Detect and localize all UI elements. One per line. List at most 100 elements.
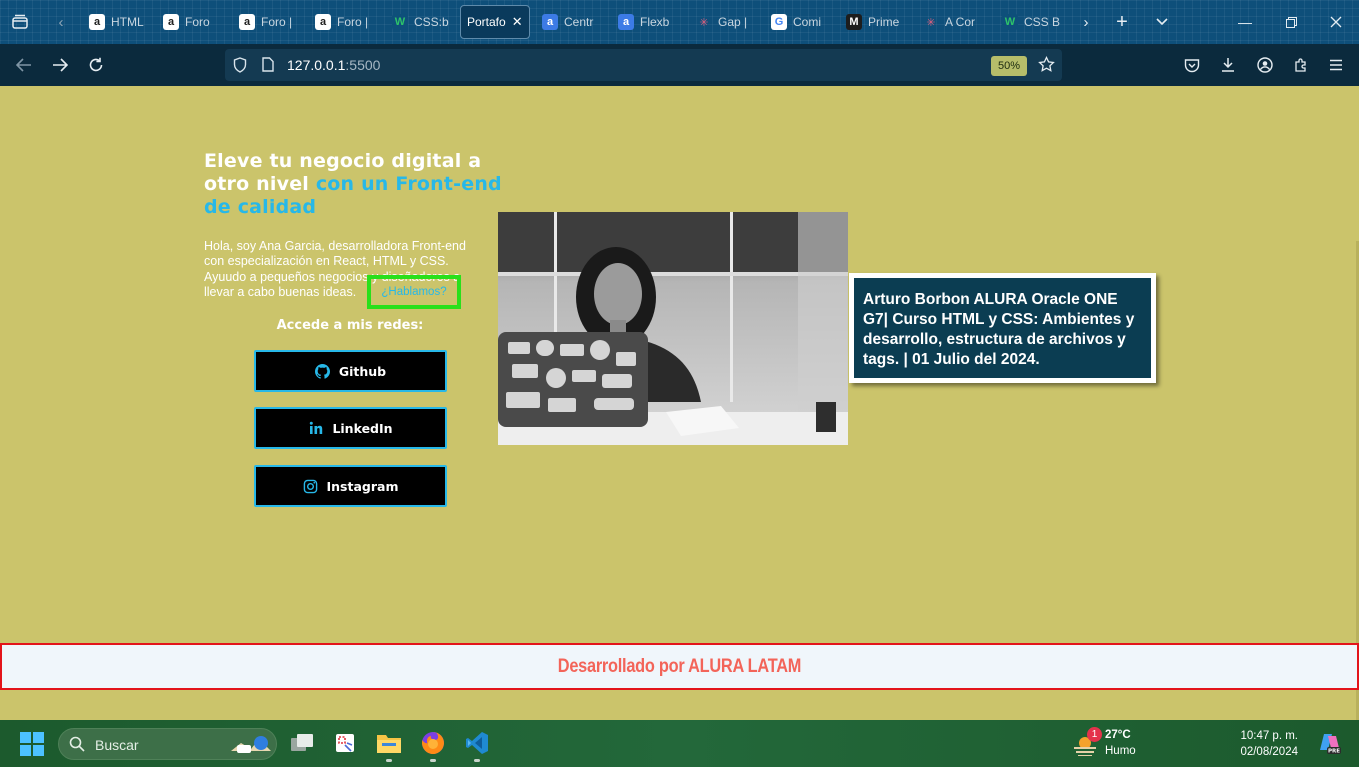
tab-label: CSS B [1024, 15, 1061, 29]
tab-favicon-icon: a [163, 14, 179, 30]
weather-widget[interactable]: 1 27°C Humo [1072, 727, 1162, 760]
tab-label: Foro | [337, 15, 369, 29]
browser-tab[interactable]: a Foro | [309, 5, 381, 39]
svg-text:PRE: PRE [1328, 749, 1340, 755]
browser-tab[interactable]: a HTML [83, 5, 151, 39]
close-tab-icon[interactable]: ✕ [512, 14, 523, 30]
github-icon [315, 363, 331, 379]
minimize-icon[interactable]: — [1222, 0, 1268, 44]
tab-favicon-icon: a [618, 14, 634, 30]
url-text: 127.0.0.1:5500 [287, 57, 381, 73]
browser-tab[interactable]: M Prime [840, 5, 912, 39]
instagram-button[interactable]: Instagram [254, 465, 447, 507]
copilot-icon[interactable]: PRE [1316, 729, 1344, 757]
vscode-icon[interactable] [463, 729, 491, 762]
hero-title: Eleve tu negocio digital a otro nivel co… [204, 150, 504, 219]
tab-label: Centr [564, 15, 594, 29]
search-icon [69, 736, 85, 757]
firefox-icon[interactable] [419, 729, 447, 762]
caption-card: Arturo Borbon ALURA Oracle ONE G7| Curso… [849, 273, 1156, 383]
browser-tab[interactable]: a Foro [157, 5, 227, 39]
networks-title: Accede a mis redes: [276, 318, 424, 333]
tab-favicon-icon: G [771, 14, 787, 30]
page-info-icon[interactable] [262, 57, 274, 77]
weather-condition: Humo [1105, 745, 1136, 757]
tab-favicon-icon: a [89, 14, 105, 30]
tab-label: Foro | [261, 15, 293, 29]
file-explorer-icon[interactable] [375, 729, 403, 762]
start-icon[interactable] [20, 732, 44, 756]
pocket-icon[interactable] [1176, 44, 1208, 86]
tab-label: HTML [111, 15, 144, 29]
linkedin-button[interactable]: LinkedIn [254, 407, 447, 449]
taskbar-search[interactable]: Buscar [58, 728, 277, 760]
tab-favicon-icon: a [239, 14, 255, 30]
restore-icon[interactable] [1268, 0, 1314, 44]
browser-tab[interactable]: Portafo ✕ [460, 5, 530, 39]
tab-favicon-icon: ✳ [699, 16, 709, 29]
browser-tab[interactable]: ✳ Gap | [690, 5, 760, 39]
running-indicator [474, 759, 480, 762]
extensions-icon[interactable] [1285, 44, 1317, 86]
talk-link[interactable]: ¿Hablamos? [367, 275, 461, 309]
browser-tab[interactable]: a Centr [536, 5, 608, 39]
tab-favicon-icon: ✳ [926, 16, 936, 29]
linkedin-icon [308, 420, 324, 436]
tab-favicon-icon: W [392, 14, 408, 30]
tab-favicon-icon: W [1002, 14, 1018, 30]
scroll-tabs-right-icon[interactable]: › [1072, 0, 1100, 44]
running-indicator [430, 759, 436, 762]
page-content: Eleve tu negocio digital a otro nivel co… [0, 86, 1359, 721]
linkedin-label: LinkedIn [332, 420, 393, 436]
task-view-icon[interactable] [288, 729, 316, 757]
browser-tab[interactable]: W CSS B [996, 5, 1068, 39]
clock-date: 02/08/2024 [1240, 746, 1298, 758]
browser-nav-bar: 127.0.0.1:5500 50% [0, 44, 1359, 86]
tab-favicon-icon: M [846, 14, 862, 30]
weather-temperature: 27°C [1105, 729, 1131, 741]
tab-label: Gap | [718, 15, 748, 29]
forward-icon[interactable] [44, 44, 76, 86]
scroll-tabs-left-icon[interactable]: ‹ [46, 0, 76, 44]
github-label: Github [338, 363, 387, 379]
windows-taskbar: Buscar 1 27°C Humo 10:47 p. m. 02/08/202… [0, 720, 1359, 767]
zoom-level-badge[interactable]: 50% [991, 56, 1027, 76]
tab-label: Portafo [467, 15, 506, 29]
tab-favicon-icon: a [542, 14, 558, 30]
search-highlight-icon [229, 733, 273, 762]
profile-photo [498, 212, 848, 445]
github-button[interactable]: Github [254, 350, 447, 392]
running-indicator [386, 759, 392, 762]
snipping-tool-icon[interactable] [331, 729, 359, 757]
tab-label: Foro [185, 15, 210, 29]
url-bar[interactable]: 127.0.0.1:5500 50% [225, 49, 1062, 81]
shield-icon[interactable] [233, 57, 247, 78]
tab-label: Flexb [640, 15, 670, 29]
tab-label: Comi [793, 15, 822, 29]
instagram-label: Instagram [326, 478, 399, 494]
downloads-icon[interactable] [1212, 44, 1244, 86]
browser-tab[interactable]: ✳ A Cor [917, 5, 991, 39]
tab-label: A Cor [945, 15, 976, 29]
caption-text: Arturo Borbon ALURA Oracle ONE G7| Curso… [854, 278, 1151, 378]
tab-label: CSS:b [414, 15, 449, 29]
instagram-icon [303, 478, 319, 494]
weather-notification-badge: 1 [1087, 727, 1102, 742]
browser-tab-bar: ‹ a HTML a Foro a Foro | a Foro | W CSS:b Portafo ✕… [0, 0, 1359, 44]
tab-overview-icon[interactable] [4, 0, 36, 44]
list-tabs-icon[interactable] [1148, 0, 1176, 44]
reload-icon[interactable] [80, 44, 112, 86]
browser-tab[interactable]: a Flexb [612, 5, 684, 39]
browser-tab[interactable]: G Comi [765, 5, 835, 39]
clock-time: 10:47 p. m. [1240, 730, 1298, 742]
close-window-icon[interactable] [1313, 0, 1359, 44]
menu-icon[interactable] [1320, 44, 1352, 86]
account-icon[interactable] [1249, 44, 1281, 86]
new-tab-icon[interactable]: + [1108, 0, 1136, 44]
bookmark-star-icon[interactable] [1038, 55, 1055, 78]
system-clock[interactable]: 10:47 p. m. 02/08/2024 [1210, 728, 1298, 760]
browser-tab[interactable]: W CSS:b [386, 5, 456, 39]
browser-tab[interactable]: a Foro | [233, 5, 303, 39]
tab-favicon-icon: a [315, 14, 331, 30]
back-icon[interactable] [8, 44, 40, 86]
